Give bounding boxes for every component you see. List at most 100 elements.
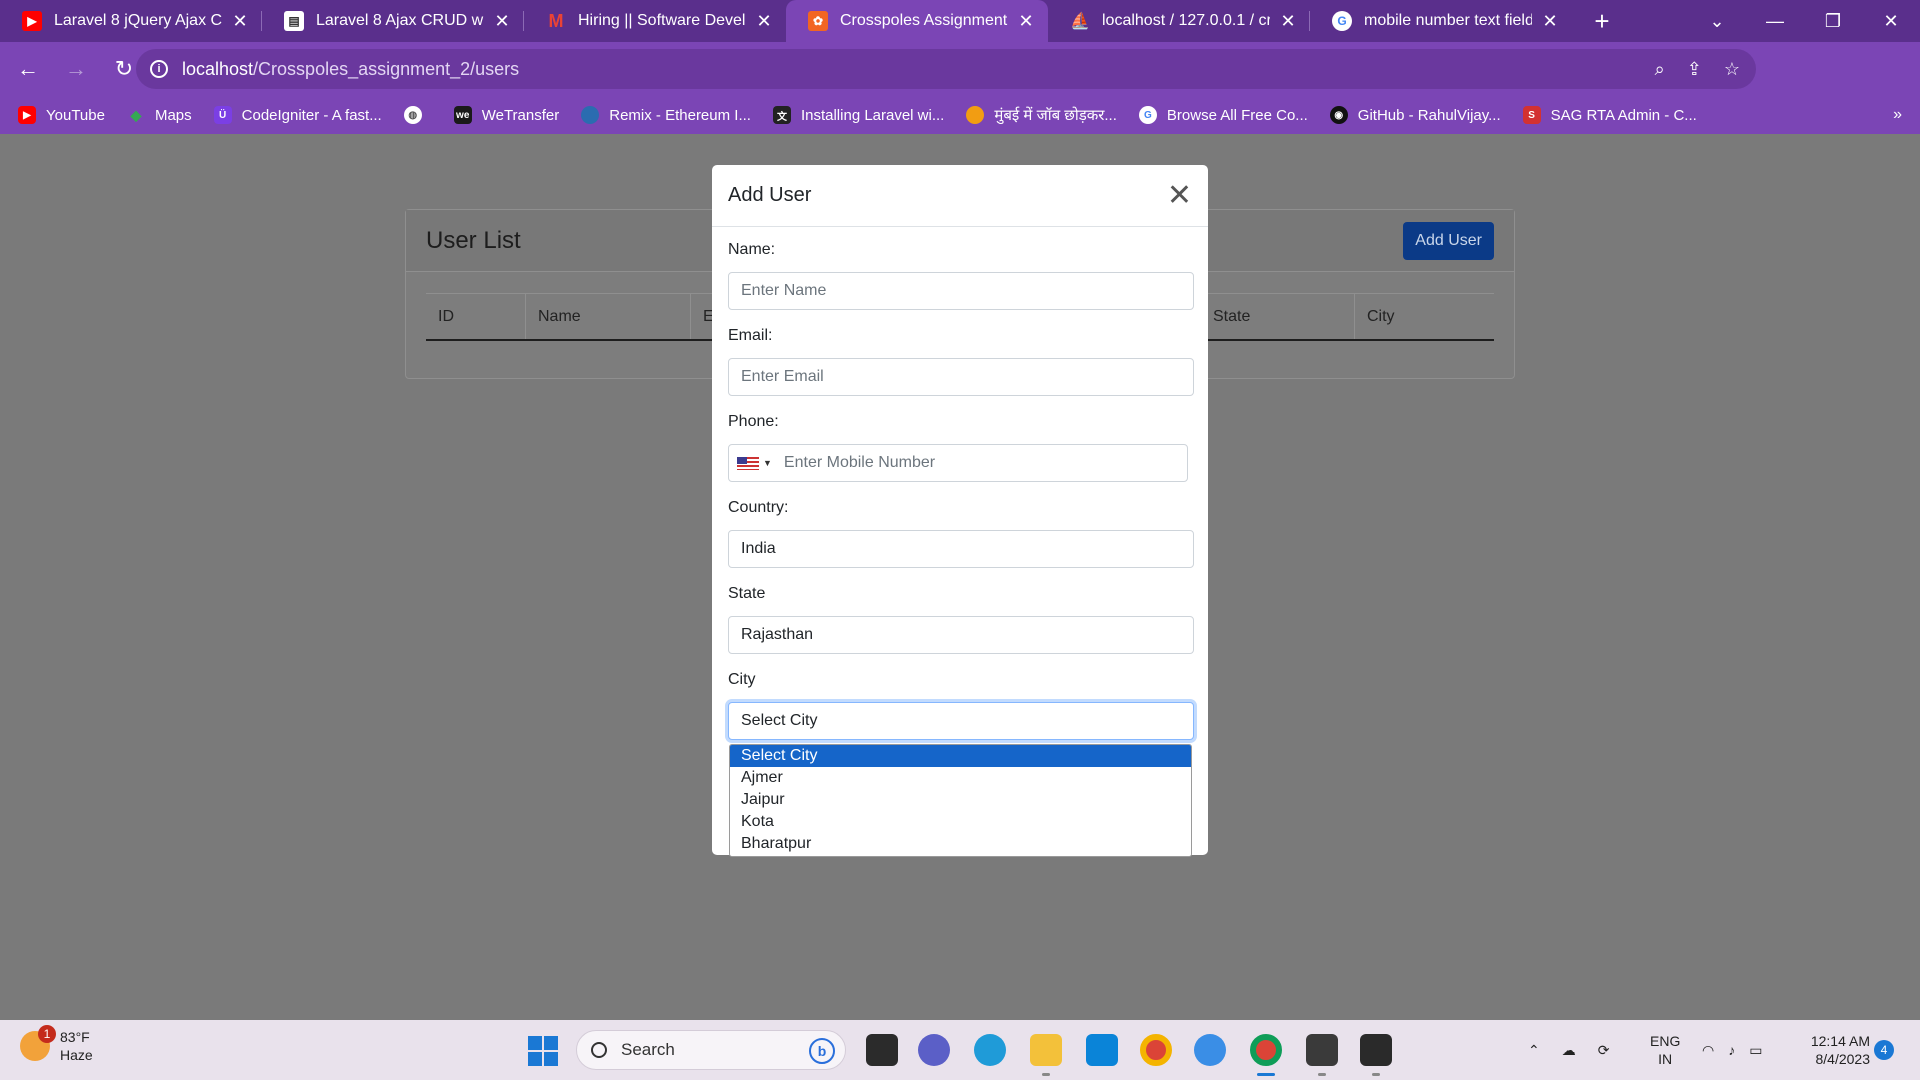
close-icon[interactable]: ✕ bbox=[1167, 180, 1192, 211]
city-option-select[interactable]: Select City bbox=[730, 745, 1191, 767]
city-select[interactable]: Select City bbox=[728, 702, 1194, 740]
edge-icon[interactable] bbox=[974, 1034, 1006, 1066]
city-option-kota[interactable]: Kota bbox=[730, 811, 1191, 833]
close-tab-icon[interactable]: ✕ bbox=[754, 11, 774, 32]
new-tab-button[interactable]: + bbox=[1582, 0, 1622, 42]
tab-title: Laravel 8 jQuery Ajax CRUD bbox=[54, 12, 222, 29]
close-tab-icon[interactable]: ✕ bbox=[1016, 11, 1036, 32]
bookmark-maps[interactable]: ◆ Maps bbox=[127, 106, 192, 124]
column-header-id: ID bbox=[438, 308, 454, 325]
bookmarks-overflow-icon[interactable]: » bbox=[1893, 106, 1902, 124]
weather-widget[interactable]: 1 83°F Haze bbox=[20, 1025, 93, 1064]
sync-icon[interactable]: ⟳ bbox=[1598, 1042, 1610, 1059]
bookmark-label: CodeIgniter - A fast... bbox=[241, 106, 382, 124]
codeigniter-icon: Ü bbox=[213, 106, 232, 124]
tab-title: Crosspoles Assignment bbox=[840, 12, 1008, 29]
tab-search-icon[interactable]: ⌄ bbox=[1688, 11, 1746, 32]
chat-icon[interactable] bbox=[918, 1034, 950, 1066]
close-window-icon[interactable]: ✕ bbox=[1862, 11, 1920, 32]
bookmark-label: YouTube bbox=[46, 106, 105, 124]
google-icon: G bbox=[1138, 106, 1157, 124]
country-select[interactable]: India bbox=[728, 530, 1194, 568]
zoom-icon[interactable]: ⌕ bbox=[1655, 59, 1665, 80]
close-tab-icon[interactable]: ✕ bbox=[1278, 11, 1298, 32]
url-path: /Crosspoles_assignment_2/users bbox=[253, 58, 520, 79]
phone-label: Phone: bbox=[728, 413, 779, 430]
phone-input[interactable]: ▼ Enter Mobile Number bbox=[728, 444, 1188, 482]
restore-icon[interactable]: ❐ bbox=[1804, 11, 1862, 32]
column-header-name: Name bbox=[525, 294, 690, 339]
state-select[interactable]: Rajasthan bbox=[728, 616, 1194, 654]
bookmark-star-icon[interactable]: ☆ bbox=[1724, 59, 1740, 80]
search-label: Search bbox=[621, 1040, 675, 1059]
quick-settings[interactable]: ◠ ♪ ▭ bbox=[1702, 1020, 1762, 1080]
browser-tab[interactable]: M Hiring || Software Develope ✕ bbox=[524, 0, 786, 42]
sublime-text-icon[interactable] bbox=[1306, 1034, 1338, 1066]
email-field-group: Email: Enter Email bbox=[728, 327, 1194, 396]
browser-tab-active[interactable]: ✿ Crosspoles Assignment ✕ bbox=[786, 0, 1048, 42]
name-input[interactable]: Enter Name bbox=[728, 272, 1194, 310]
tab-title: mobile number text field wi bbox=[1364, 12, 1532, 29]
forward-icon[interactable]: → bbox=[56, 49, 96, 89]
phpmyadmin-icon: ⛵ bbox=[1070, 13, 1090, 30]
windows-start-icon[interactable] bbox=[528, 1036, 558, 1066]
add-user-button[interactable]: Add User bbox=[1403, 221, 1494, 260]
onedrive-icon[interactable]: ☁ bbox=[1562, 1042, 1576, 1059]
bookmark-label: Browse All Free Co... bbox=[1166, 106, 1308, 124]
close-tab-icon[interactable]: ✕ bbox=[1540, 11, 1560, 32]
tab-title: Hiring || Software Develope bbox=[578, 12, 746, 29]
sag-rta-icon: S bbox=[1522, 106, 1541, 124]
back-icon[interactable]: ← bbox=[8, 49, 48, 89]
browser-tab[interactable]: ▶ Laravel 8 jQuery Ajax CRUD ✕ bbox=[0, 0, 262, 42]
city-option-ajmer[interactable]: Ajmer bbox=[730, 767, 1191, 789]
bookmark-codeigniter[interactable]: Ü CodeIgniter - A fast... bbox=[213, 106, 382, 124]
volume-icon: ♪ bbox=[1728, 1042, 1736, 1058]
notification-badge[interactable]: 4 bbox=[1874, 1040, 1894, 1060]
us-flag-icon[interactable] bbox=[737, 456, 759, 470]
city-option-bharatpur[interactable]: Bharatpur bbox=[730, 833, 1191, 855]
bookmark-youtube[interactable]: ▶ YouTube bbox=[18, 106, 105, 124]
lang-line2: IN bbox=[1658, 1051, 1673, 1067]
city-dropdown-list: Select City Ajmer Jaipur Kota Bharatpur bbox=[729, 744, 1192, 857]
bookmark-wetransfer[interactable]: we WeTransfer bbox=[453, 106, 560, 124]
language-indicator[interactable]: ENG IN bbox=[1650, 1032, 1680, 1068]
bookmark-remix[interactable]: Remix - Ethereum I... bbox=[581, 106, 751, 124]
city-option-jaipur[interactable]: Jaipur bbox=[730, 789, 1191, 811]
tray-overflow-icon[interactable]: ⌃ bbox=[1528, 1042, 1540, 1059]
file-explorer-icon[interactable] bbox=[1030, 1034, 1062, 1066]
browser-tab[interactable]: ▤ Laravel 8 Ajax CRUD with ex ✕ bbox=[262, 0, 524, 42]
bookmark-globe[interactable]: ◍ bbox=[403, 106, 432, 124]
bookmark-label: मुंबई में जॉब छोड़कर... bbox=[994, 107, 1117, 124]
terminal-icon[interactable] bbox=[1360, 1034, 1392, 1066]
minimize-icon[interactable]: — bbox=[1746, 11, 1804, 32]
close-tab-icon[interactable]: ✕ bbox=[492, 11, 512, 32]
bookmark-hindi-article[interactable]: मुंबई में जॉब छोड़कर... bbox=[966, 105, 1117, 125]
email-input[interactable]: Enter Email bbox=[728, 358, 1194, 396]
translate-icon: 文 bbox=[772, 106, 791, 124]
bookmark-browse-courses[interactable]: G Browse All Free Co... bbox=[1138, 106, 1308, 124]
bookmark-installing-laravel[interactable]: 文 Installing Laravel wi... bbox=[772, 106, 944, 124]
bookmark-label: WeTransfer bbox=[481, 106, 560, 124]
close-tab-icon[interactable]: ✕ bbox=[230, 11, 250, 32]
orange-circle-icon bbox=[966, 106, 985, 124]
city-label: City bbox=[728, 671, 756, 688]
bing-icon[interactable]: b bbox=[809, 1038, 835, 1064]
address-bar[interactable]: i localhost/Crosspoles_assignment_2/user… bbox=[136, 49, 1756, 89]
bookmark-sag-rta[interactable]: S SAG RTA Admin - C... bbox=[1522, 106, 1697, 124]
task-view-icon[interactable] bbox=[866, 1034, 898, 1066]
system-clock[interactable]: 12:14 AM 8/4/2023 bbox=[1798, 1032, 1870, 1068]
bookmark-github[interactable]: ◉ GitHub - RahulVijay... bbox=[1329, 106, 1501, 124]
chrome-active-icon[interactable] bbox=[1250, 1034, 1282, 1066]
browser-tab[interactable]: ⛵ localhost / 127.0.0.1 / cross ✕ bbox=[1048, 0, 1310, 42]
site-info-icon[interactable]: i bbox=[150, 60, 168, 78]
browser-tab[interactable]: G mobile number text field wi ✕ bbox=[1310, 0, 1572, 42]
country-code-dropdown-icon[interactable]: ▼ bbox=[763, 458, 772, 468]
share-icon[interactable]: ⇪ bbox=[1687, 59, 1702, 80]
taskbar-search[interactable]: Search b bbox=[576, 1030, 846, 1070]
app-cloud-icon[interactable] bbox=[1194, 1034, 1226, 1066]
window-controls: ⌄ — ❐ ✕ bbox=[1688, 0, 1920, 42]
chrome-icon[interactable] bbox=[1140, 1034, 1172, 1066]
store-icon[interactable] bbox=[1086, 1034, 1118, 1066]
bookmark-label: Remix - Ethereum I... bbox=[609, 106, 751, 124]
lang-line1: ENG bbox=[1650, 1033, 1681, 1049]
